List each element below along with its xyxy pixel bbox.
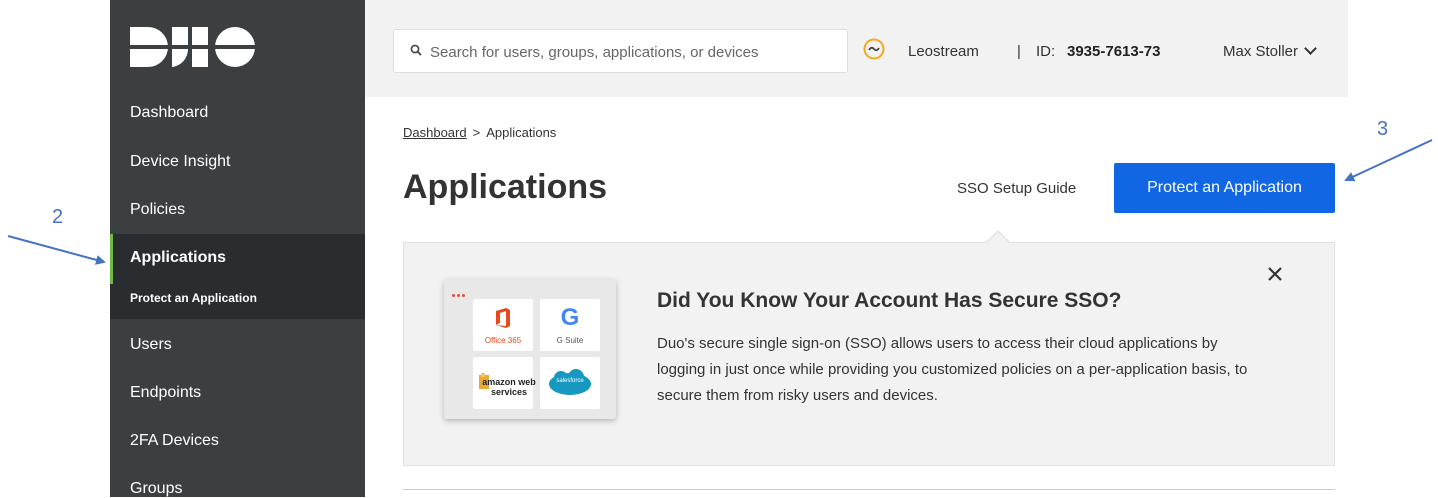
aws-tile: amazon web services: [473, 357, 536, 409]
search-icon: [410, 44, 422, 56]
callout-title: Did You Know Your Account Has Secure SSO…: [657, 289, 1122, 312]
office365-tile: Office 365: [473, 299, 533, 351]
breadcrumb-dashboard-link[interactable]: Dashboard: [403, 125, 467, 140]
annotation-label-2: 2: [52, 206, 64, 228]
sso-apps-illustration: Office 365 G G Suite amazon web services…: [444, 279, 616, 419]
sidebar-item-label: Policies: [130, 201, 186, 218]
breadcrumb-separator: >: [472, 125, 481, 140]
top-header: Leostream | ID: 3935-7613-73 Max Stoller: [365, 0, 1348, 97]
breadcrumb-current: Applications: [486, 125, 557, 140]
sidebar-item-policies[interactable]: Policies: [110, 201, 365, 219]
sidebar-item-label: Protect an Application: [130, 291, 257, 305]
sidebar-item-2fa-devices[interactable]: 2FA Devices: [110, 432, 365, 450]
sidebar-item-device-insight[interactable]: Device Insight: [110, 153, 365, 171]
sidebar-subitem-protect-application[interactable]: Protect an Application: [110, 284, 365, 319]
sidebar-item-groups[interactable]: Groups: [110, 480, 365, 498]
search-box[interactable]: [393, 29, 848, 74]
salesforce-tile: salesforce: [540, 357, 600, 409]
office365-icon: [496, 308, 510, 328]
google-icon: G: [560, 304, 580, 331]
annotation-arrow-3: [1344, 139, 1433, 182]
account-name: Leostream: [908, 43, 979, 60]
sidebar-item-label: Groups: [130, 480, 183, 497]
page-title: Applications: [403, 168, 608, 206]
tile-label: salesforce: [556, 378, 584, 384]
search-input[interactable]: [428, 30, 842, 74]
callout-caret-fill: [986, 232, 1010, 244]
sso-setup-guide-link[interactable]: SSO Setup Guide: [957, 180, 1076, 197]
sidebar-item-endpoints[interactable]: Endpoints: [110, 384, 365, 402]
account-id-label: ID:: [1036, 43, 1056, 60]
account-id: 3935-7613-73: [1067, 43, 1161, 60]
tile-label: G Suite: [556, 336, 584, 345]
tile-label: Office 365: [484, 336, 522, 345]
close-icon[interactable]: [1267, 266, 1283, 282]
gsuite-tile: G G Suite: [540, 299, 600, 351]
sidebar-item-label: Device Insight: [130, 153, 231, 170]
window-dots: [452, 284, 467, 302]
sidebar-item-label: Applications: [130, 249, 227, 266]
protect-application-button[interactable]: Protect an Application: [1114, 163, 1335, 213]
annotation-label-3: 3: [1377, 118, 1389, 140]
sidebar-item-label: Dashboard: [130, 104, 209, 121]
sidebar-item-label: Users: [130, 336, 172, 353]
tile-label: amazon web services: [482, 377, 536, 397]
sidebar-item-applications[interactable]: Applications: [110, 234, 365, 284]
chevron-down-icon: [1304, 42, 1317, 55]
content-divider: [403, 489, 1335, 490]
sidebar-item-users[interactable]: Users: [110, 336, 365, 354]
sidebar: Dashboard Device Insight Policies Applic…: [110, 0, 365, 497]
duo-logo[interactable]: [130, 27, 256, 67]
account-separator: |: [1017, 43, 1021, 60]
annotation-arrow-2: [7, 235, 106, 265]
breadcrumb: Dashboard > Applications: [403, 125, 556, 140]
sidebar-item-label: Endpoints: [130, 384, 202, 401]
user-name: Max Stoller: [1223, 43, 1299, 60]
sidebar-item-dashboard[interactable]: Dashboard: [110, 104, 365, 122]
callout-body: Duo's secure single sign-on (SSO) allows…: [657, 335, 1248, 404]
user-menu[interactable]: Max Stoller: [1223, 42, 1317, 60]
sidebar-item-label: 2FA Devices: [130, 432, 219, 449]
account-switch-icon[interactable]: [863, 38, 885, 60]
